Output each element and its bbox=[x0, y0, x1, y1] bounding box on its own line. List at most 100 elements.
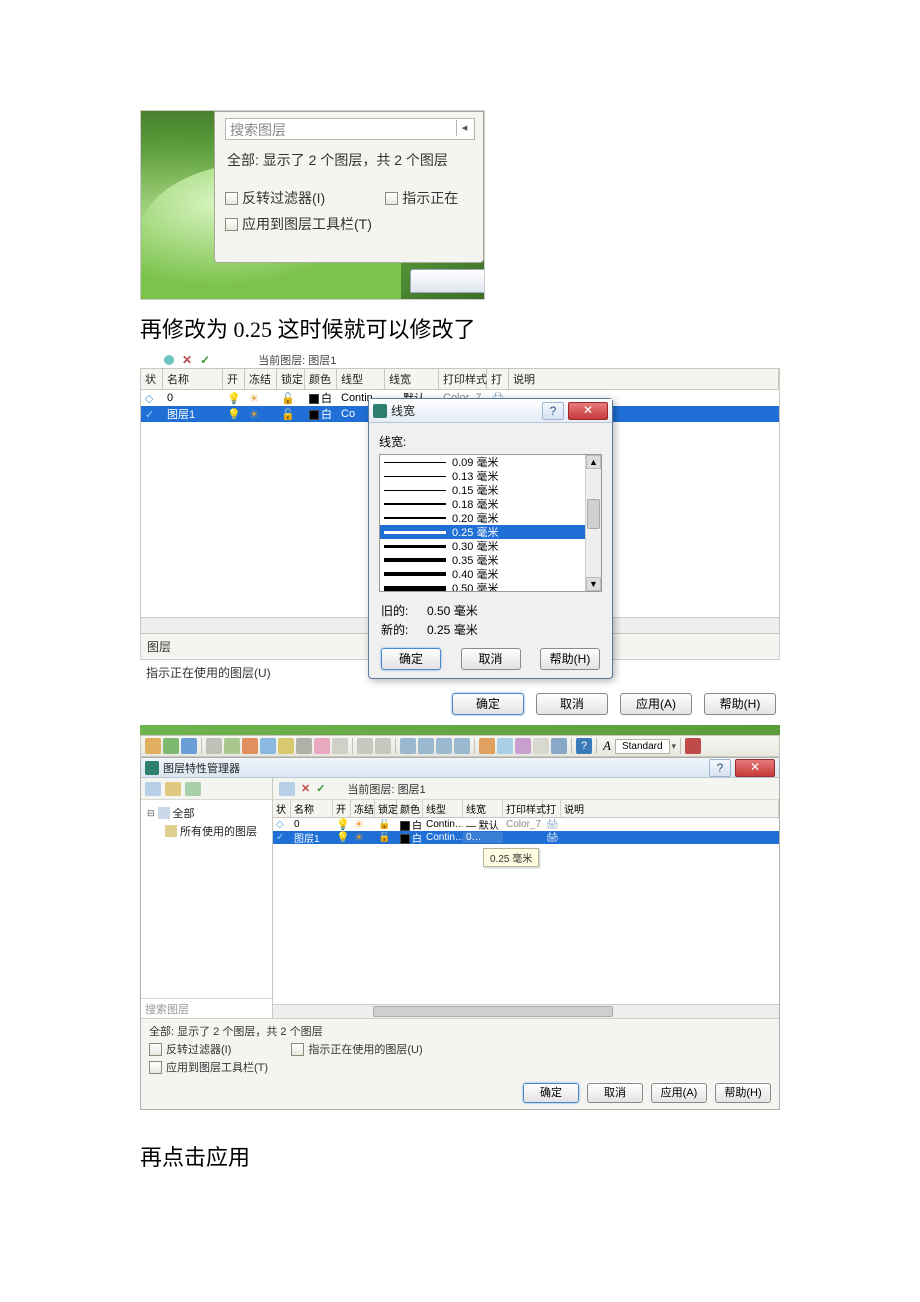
ok-button[interactable]: 确定 bbox=[523, 1083, 579, 1103]
toolbar-icon[interactable]: ✓ bbox=[200, 353, 210, 367]
lineweight-option[interactable]: 0.13 毫米 bbox=[380, 469, 585, 483]
horizontal-scrollbar[interactable] bbox=[273, 1004, 779, 1018]
toolbar-icon[interactable] bbox=[296, 738, 312, 754]
tree-item-used[interactable]: 所有使用的图层 bbox=[147, 822, 266, 840]
lock-icon[interactable]: 🔓 bbox=[281, 393, 295, 405]
lineweight-option[interactable]: 0.09 毫米 bbox=[380, 455, 585, 469]
lineweight-option[interactable]: 0.50 毫米 bbox=[380, 581, 585, 591]
cancel-button[interactable]: 取消 bbox=[536, 693, 608, 715]
printer-icon[interactable]: 🖨 bbox=[546, 832, 559, 843]
cancel-button[interactable]: 取消 bbox=[461, 648, 521, 670]
toolbar-icon[interactable] bbox=[685, 738, 701, 754]
col-on[interactable]: 开 bbox=[223, 369, 245, 389]
col-plot[interactable]: 打 bbox=[487, 369, 509, 389]
col-desc[interactable]: 说明 bbox=[561, 800, 779, 817]
col-status[interactable]: 状 bbox=[141, 369, 163, 389]
col-lock[interactable]: 锁定 bbox=[277, 369, 305, 389]
apply-to-toolbar-checkbox[interactable]: 应用到图层工具栏(T) bbox=[225, 214, 483, 234]
toolbar-icon[interactable] bbox=[164, 355, 174, 365]
new-filter-icon[interactable] bbox=[145, 782, 161, 796]
invert-filter-checkbox[interactable]: 反转过滤器(I) bbox=[149, 1041, 231, 1057]
col-color[interactable]: 颜色 bbox=[397, 800, 423, 817]
col-on[interactable]: 开 bbox=[333, 800, 351, 817]
col-status[interactable]: 状 bbox=[273, 800, 291, 817]
toolbar-icon[interactable] bbox=[497, 738, 513, 754]
table-row[interactable]: ✓ 图层1 💡 ☀ 🔓 白 Contin… 0… 🖨 bbox=[273, 831, 779, 844]
lineweight-option[interactable]: 0.15 毫米 bbox=[380, 483, 585, 497]
col-plotstyle[interactable]: 打印样式 bbox=[503, 800, 543, 817]
tree-search-input[interactable]: 搜索图层 bbox=[141, 998, 272, 1018]
scroll-thumb[interactable] bbox=[373, 1006, 613, 1017]
toolbar-icon[interactable] bbox=[375, 738, 391, 754]
new-layer-icon[interactable] bbox=[279, 782, 295, 796]
lineweight-option[interactable]: 0.35 毫米 bbox=[380, 553, 585, 567]
lineweight-option[interactable]: 0.25 毫米 bbox=[380, 525, 585, 539]
col-name[interactable]: 名称 bbox=[163, 369, 223, 389]
scroll-thumb[interactable] bbox=[587, 499, 600, 529]
cancel-button[interactable]: 取消 bbox=[587, 1083, 643, 1103]
lock-icon[interactable]: 🔓 bbox=[281, 409, 295, 421]
toolbar-icon[interactable] bbox=[224, 738, 240, 754]
sun-icon[interactable]: ☀ bbox=[354, 832, 364, 844]
printer-icon[interactable]: 🖨 bbox=[546, 819, 559, 830]
toolbar-icon[interactable] bbox=[181, 738, 197, 754]
apply-button[interactable]: 应用(A) bbox=[620, 693, 692, 715]
toolbar-icon[interactable] bbox=[515, 738, 531, 754]
toolbar-icon[interactable] bbox=[163, 738, 179, 754]
col-freeze[interactable]: 冻结 bbox=[351, 800, 375, 817]
lineweight-option[interactable]: 0.30 毫米 bbox=[380, 539, 585, 553]
toolbar-icon[interactable] bbox=[436, 738, 452, 754]
toolbar-icon[interactable] bbox=[479, 738, 495, 754]
search-layer-input[interactable]: 搜索图层 ◂ bbox=[225, 118, 475, 140]
help-button[interactable]: 帮助(H) bbox=[704, 693, 776, 715]
toolbar-icon[interactable] bbox=[278, 738, 294, 754]
set-current-icon[interactable]: ✓ bbox=[316, 782, 325, 795]
new-group-icon[interactable] bbox=[165, 782, 181, 796]
col-plot[interactable]: 打 bbox=[543, 800, 561, 817]
col-lineweight[interactable]: 线宽 bbox=[385, 369, 439, 389]
help-button[interactable]: 帮助(H) bbox=[715, 1083, 771, 1103]
col-desc[interactable]: 说明 bbox=[509, 369, 779, 389]
dialog-help-button[interactable]: ? bbox=[542, 402, 564, 420]
search-arrow-icon[interactable]: ◂ bbox=[456, 120, 472, 136]
titlebar-close-button[interactable]: ✕ bbox=[735, 759, 775, 777]
toolbar-icon[interactable] bbox=[242, 738, 258, 754]
delete-layer-icon[interactable]: ✕ bbox=[301, 782, 310, 795]
bulb-icon[interactable]: 💡 bbox=[336, 832, 350, 844]
taskbar-tab[interactable]: ▎◂ bbox=[410, 269, 485, 293]
bulb-icon[interactable]: 💡 bbox=[227, 393, 241, 405]
lock-icon[interactable]: 🔓 bbox=[378, 832, 390, 843]
indicate-in-use-checkbox[interactable]: 指示正在使用的图层(U) bbox=[291, 1041, 422, 1057]
help-icon[interactable]: ? bbox=[576, 738, 592, 754]
scroll-down-button[interactable]: ▼ bbox=[586, 577, 601, 591]
states-icon[interactable] bbox=[185, 782, 201, 796]
list-scrollbar[interactable]: ▲ ▼ bbox=[585, 455, 601, 591]
toolbar-icon[interactable] bbox=[357, 738, 373, 754]
dialog-close-button[interactable]: ✕ bbox=[568, 402, 608, 420]
col-linetype[interactable]: 线型 bbox=[337, 369, 385, 389]
sun-icon[interactable]: ☀ bbox=[354, 819, 364, 831]
toolbar-icon[interactable] bbox=[418, 738, 434, 754]
toolbar-icon[interactable] bbox=[260, 738, 276, 754]
lineweight-option[interactable]: 0.18 毫米 bbox=[380, 497, 585, 511]
style-combo[interactable]: Standard bbox=[615, 739, 670, 754]
bulb-icon[interactable]: 💡 bbox=[227, 409, 241, 421]
indicate-in-use-checkbox[interactable]: 指示正在 bbox=[385, 188, 458, 208]
toolbar-icon[interactable]: ✕ bbox=[182, 353, 192, 367]
bulb-icon[interactable]: 💡 bbox=[336, 819, 350, 831]
col-lock[interactable]: 锁定 bbox=[375, 800, 397, 817]
col-lineweight[interactable]: 线宽 bbox=[463, 800, 503, 817]
col-color[interactable]: 颜色 bbox=[305, 369, 337, 389]
sun-icon[interactable]: ☀ bbox=[249, 409, 259, 421]
help-button[interactable]: 帮助(H) bbox=[540, 648, 600, 670]
lineweight-list[interactable]: 0.09 毫米0.13 毫米0.15 毫米0.18 毫米0.20 毫米0.25 … bbox=[379, 454, 602, 592]
col-plotstyle[interactable]: 打印样式 bbox=[439, 369, 487, 389]
lock-icon[interactable]: 🔓 bbox=[378, 819, 390, 830]
dialog-titlebar[interactable]: 线宽 ? ✕ bbox=[369, 399, 612, 423]
combo-arrow-icon[interactable]: ▾ bbox=[672, 741, 677, 752]
ok-button[interactable]: 确定 bbox=[452, 693, 524, 715]
col-name[interactable]: 名称 bbox=[291, 800, 333, 817]
table-row[interactable]: ◇ 0 💡 ☀ 🔓 白 Contin… — 默认 Color_7 🖨 bbox=[273, 818, 779, 831]
apply-to-toolbar-checkbox[interactable]: 应用到图层工具栏(T) bbox=[149, 1059, 771, 1075]
ok-button[interactable]: 确定 bbox=[381, 648, 441, 670]
